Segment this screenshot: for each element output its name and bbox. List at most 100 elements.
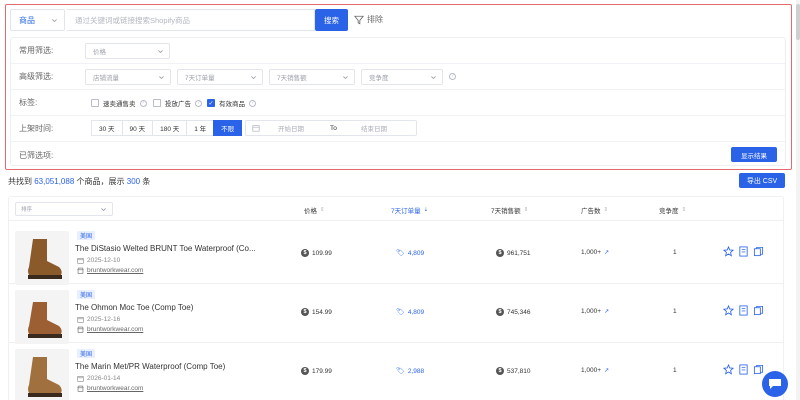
copy-icon[interactable] [753,305,764,316]
copy-icon[interactable] [753,364,764,375]
help-icon[interactable]: ? [249,99,256,107]
price-select-label: 价格 [93,48,106,56]
copy-icon[interactable] [753,246,764,257]
product-thumbnail[interactable] [15,231,69,285]
scrollbar-thumb[interactable] [796,4,800,40]
sort-icon: ⇕ [320,207,325,213]
column-ads[interactable]: 广告数 ⇕ [581,205,608,215]
product-thumbnail[interactable] [15,349,69,400]
store-link[interactable]: bruntworkwear.com [77,267,143,274]
external-link-icon[interactable]: ↗ [604,367,609,374]
region-badge: 美国 [77,290,96,299]
search-button[interactable]: 搜索 [315,9,348,31]
tag-ads[interactable]: 投放广告 ? [153,96,202,110]
column-ads-label: 广告数 [581,208,601,215]
result-summary: 共找到 63,051,088 个商品，展示 300 条 [8,176,150,187]
store-name: bruntworkwear.com [87,326,144,333]
column-price-label: 价格 [304,208,317,215]
store-link[interactable]: bruntworkwear.com [77,385,143,392]
checkbox[interactable] [91,99,99,107]
end-date-placeholder: 结束日期 [361,126,387,133]
calendar-icon [77,258,84,264]
sort-desc-icon: ⇣ [423,207,429,213]
orders-7d-select[interactable]: 7天订单量 [177,68,263,85]
column-orders-7d[interactable]: 7天订单量 ⇣ [391,205,428,215]
external-link-icon[interactable]: ↗ [604,308,609,315]
dollar-icon: $ [496,249,504,257]
store-icon [77,267,84,274]
help-icon[interactable]: ? [195,99,202,107]
sort-select-placeholder: 排序 [21,207,33,213]
search-input[interactable]: 通过关键词或链接搜索Shopify商品 [67,9,315,31]
ads-cell[interactable]: 1,000+ ↗ [581,367,609,374]
column-competition[interactable]: 竞争度 ⇕ [659,205,686,215]
column-sales-7d[interactable]: 7天销售额 ⇕ [491,205,528,215]
scrollbar-track[interactable] [796,0,800,400]
listed-unlimited-button[interactable]: 不限 [213,120,243,136]
star-icon[interactable] [723,364,734,375]
document-icon[interactable] [738,246,749,257]
checkbox[interactable] [153,99,161,107]
date-range-picker[interactable]: 开始日期 To 结束日期 [245,120,417,136]
help-icon[interactable]: ? [139,99,147,107]
boot-image [15,290,69,344]
tag-aliexpress[interactable]: 速卖通售卖 ? [91,96,147,110]
sales-cell: $961,751 [496,249,531,257]
document-icon[interactable] [738,305,749,316]
table-row[interactable]: 美国 The DiStasio Welted BRUNT Toe Waterpr… [9,226,783,285]
chat-support-button[interactable] [762,371,788,397]
listed-90d-button[interactable]: 90 天 [121,120,154,136]
listed-30d-button[interactable]: 30 天 [91,120,123,136]
chevron-down-icon [158,49,163,53]
document-icon[interactable] [738,364,749,375]
table-row[interactable]: 美国 The Marin Met/PR Waterproof (Comp Toe… [9,344,783,400]
ads-value: 1,000+ [581,249,602,256]
competition-cell: 1 [673,367,677,374]
search-row: 商品 通过关键词或链接搜索Shopify商品 搜索 排除 [10,9,780,31]
star-icon[interactable] [723,305,734,316]
product-title[interactable]: The Ohmon Moc Toe (Comp Toe) [75,303,193,312]
orders-value: 4,809 [407,249,425,257]
category-select[interactable]: 商品 [10,9,65,31]
sales-cell: $745,346 [496,308,531,316]
column-price[interactable]: 价格 ⇕ [304,205,325,215]
product-title[interactable]: The Marin Met/PR Waterproof (Comp Toe) [75,362,225,371]
export-csv-button[interactable]: 导出 CSV [739,173,785,188]
sort-select[interactable]: 排序 [15,202,113,216]
sales-7d-select[interactable]: 7天销售额 [269,68,355,85]
product-title[interactable]: The DiStasio Welted BRUNT Toe Waterproof… [75,244,256,253]
date-range-separator: To [330,124,337,132]
help-icon[interactable]: ? [449,73,456,80]
table-row[interactable]: 美国 The Ohmon Moc Toe (Comp Toe) 2025-12-… [9,285,783,344]
product-thumbnail[interactable] [15,290,69,344]
listed-time-label: 上架时间: [19,124,54,133]
listed-180d-button[interactable]: 180 天 [152,120,188,136]
ads-cell[interactable]: 1,000+ ↗ [581,249,609,256]
price-cell: $154.99 [301,308,332,316]
checkbox-checked[interactable]: ✓ [207,99,215,107]
sales-value: 961,751 [507,249,531,257]
ads-cell[interactable]: 1,000+ ↗ [581,308,609,315]
column-competition-label: 竞争度 [659,208,679,215]
listed-1y-button[interactable]: 1 年 [186,120,215,136]
tag-aliexpress-label: 速卖通售卖 [103,101,136,108]
show-results-button[interactable]: 显示结果 [731,147,777,162]
competition-cell: 1 [673,308,677,315]
sort-icon: ⇕ [523,207,529,213]
orders-cell: 🏷 2,988 [396,367,424,376]
exclude-label: 排除 [367,15,383,24]
exclude-toggle[interactable]: 排除 [354,14,383,25]
store-link[interactable]: bruntworkwear.com [77,326,143,333]
external-link-icon[interactable]: ↗ [604,249,609,256]
star-icon[interactable] [723,246,734,257]
tag-icon: 🏷 [396,309,405,316]
store-icon [77,326,84,333]
competition-select[interactable]: 竞争度 [361,68,443,85]
boot-image [15,349,69,400]
tag-valid-product[interactable]: ✓ 有效商品 ? [207,96,256,110]
store-traffic-select[interactable]: 店铺流量 [85,68,171,85]
price-select[interactable]: 价格 [85,42,170,59]
product-date: 2025-12-10 [77,257,120,264]
result-count: 63,051,088 [34,177,75,186]
result-prefix: 共找到 [8,177,32,186]
